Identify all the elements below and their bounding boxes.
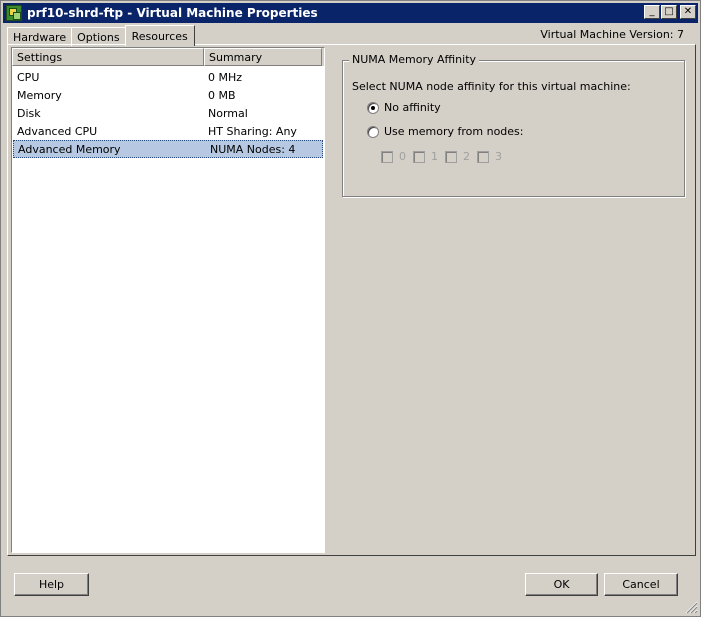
setting-summary: HT Sharing: Any <box>208 124 297 138</box>
no-affinity-radio[interactable] <box>367 101 379 114</box>
node-2-label: 2 <box>463 150 470 163</box>
window-title: prf10-shrd-ftp - Virtual Machine Propert… <box>27 6 318 20</box>
setting-name: Memory <box>17 88 62 102</box>
vm-app-icon <box>6 5 22 21</box>
resources-panel: Settings Summary CPU 0 MHz Memory 0 MB D… <box>7 44 696 556</box>
setting-summary: 0 MHz <box>208 70 243 84</box>
node-1-checkbox[interactable] <box>413 150 425 163</box>
settings-row-disk[interactable]: Disk Normal <box>12 104 324 122</box>
settings-row-advanced-cpu[interactable]: Advanced CPU HT Sharing: Any <box>12 122 324 140</box>
settings-row-advanced-memory[interactable]: Advanced Memory NUMA Nodes: 4 <box>13 140 323 158</box>
numa-affinity-group: NUMA Memory Affinity Select NUMA node af… <box>342 53 685 197</box>
maximize-button[interactable]: □ <box>661 5 677 19</box>
vm-version-label: Virtual Machine Version: 7 <box>540 28 684 41</box>
title-bar-buttons: _ □ ✕ <box>644 5 696 19</box>
node-1-option[interactable]: 1 <box>413 150 438 163</box>
no-affinity-label: No affinity <box>384 101 441 114</box>
tab-resources[interactable]: Resources <box>124 25 195 46</box>
setting-name: CPU <box>17 70 40 84</box>
tab-strip: Hardware Options Resources <box>7 25 195 46</box>
setting-name: Advanced CPU <box>17 124 98 138</box>
node-2-option[interactable]: 2 <box>445 150 470 163</box>
summary-column-header[interactable]: Summary <box>204 48 322 66</box>
vm-properties-window: prf10-shrd-ftp - Virtual Machine Propert… <box>0 0 701 617</box>
numa-group-title: NUMA Memory Affinity <box>349 53 480 66</box>
title-bar[interactable]: prf10-shrd-ftp - Virtual Machine Propert… <box>3 3 698 23</box>
numa-description: Select NUMA node affinity for this virtu… <box>352 80 631 93</box>
close-button[interactable]: ✕ <box>680 5 696 19</box>
setting-summary: 0 MB <box>208 88 236 102</box>
settings-column-header[interactable]: Settings <box>12 48 204 66</box>
list-header: Settings Summary <box>12 48 324 66</box>
node-3-checkbox[interactable] <box>477 150 489 163</box>
setting-name: Advanced Memory <box>18 142 121 156</box>
node-0-checkbox[interactable] <box>381 150 393 163</box>
settings-row-cpu[interactable]: CPU 0 MHz <box>12 68 324 86</box>
use-nodes-label: Use memory from nodes: <box>384 125 524 138</box>
resize-grip-icon[interactable] <box>684 600 698 614</box>
numa-node-checkboxes: 0 1 2 3 <box>381 150 509 163</box>
minimize-button[interactable]: _ <box>644 5 660 19</box>
help-button[interactable]: Help <box>14 573 89 596</box>
node-2-checkbox[interactable] <box>445 150 457 163</box>
cancel-button[interactable]: Cancel <box>604 573 678 596</box>
no-affinity-option[interactable]: No affinity <box>367 101 441 114</box>
ok-button[interactable]: OK <box>525 573 598 596</box>
node-3-option[interactable]: 3 <box>477 150 502 163</box>
settings-row-memory[interactable]: Memory 0 MB <box>12 86 324 104</box>
node-0-label: 0 <box>399 150 406 163</box>
node-3-label: 3 <box>495 150 502 163</box>
settings-list[interactable]: Settings Summary CPU 0 MHz Memory 0 MB D… <box>11 47 325 553</box>
use-nodes-radio[interactable] <box>367 125 379 138</box>
setting-summary: NUMA Nodes: 4 <box>210 142 296 156</box>
use-nodes-option[interactable]: Use memory from nodes: <box>367 125 524 138</box>
setting-summary: Normal <box>208 106 248 120</box>
node-0-option[interactable]: 0 <box>381 150 406 163</box>
node-1-label: 1 <box>431 150 438 163</box>
settings-rows: CPU 0 MHz Memory 0 MB Disk Normal Advanc… <box>12 66 324 158</box>
setting-name: Disk <box>17 106 41 120</box>
